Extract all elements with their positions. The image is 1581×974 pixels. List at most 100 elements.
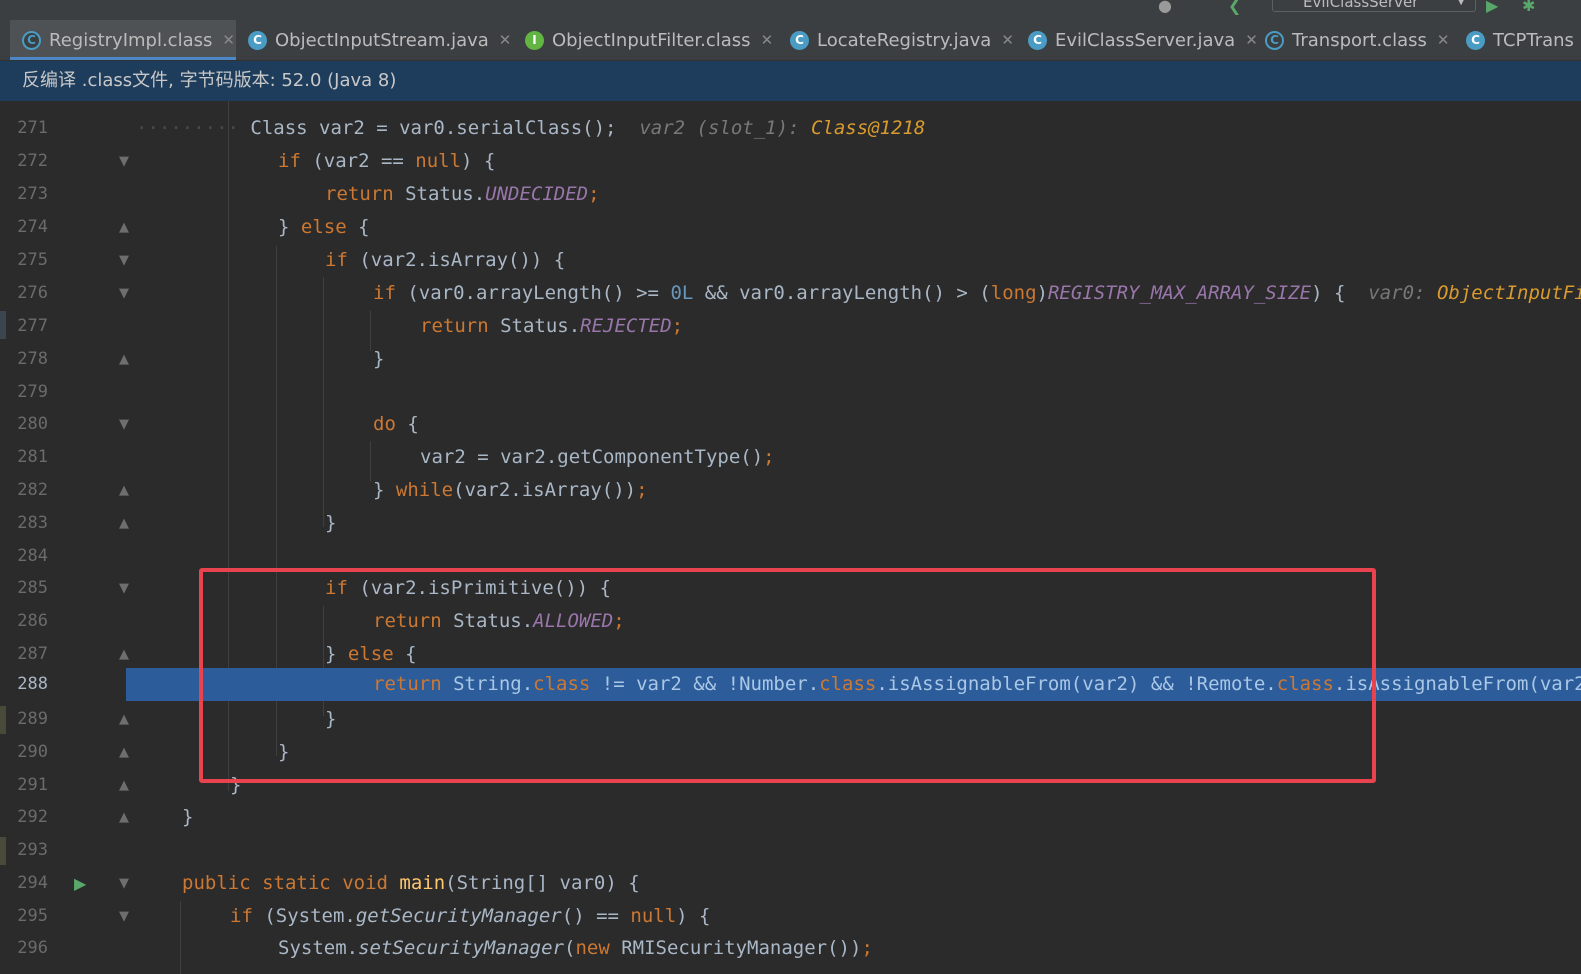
decompiled-class-icon: C — [22, 30, 41, 50]
tab-label: RegistryImpl.class — [49, 29, 213, 51]
code-text: if (var2 == null) { — [278, 150, 496, 172]
line-number: 285 — [17, 578, 48, 598]
code-text: } — [182, 806, 194, 828]
code-line: 276 ▼ if (var0.arrayLength() >= 0L && va… — [0, 277, 1581, 310]
line-number: 287 — [17, 644, 48, 664]
code-text: return Status.ALLOWED; — [373, 610, 625, 632]
code-text-area: if (System.getSecurityManager() == null)… — [126, 900, 1581, 933]
back-arrow-icon[interactable]: ❮ — [1228, 0, 1241, 15]
close-icon[interactable]: ✕ — [499, 31, 512, 49]
code-line: 291 ▲ } — [0, 769, 1581, 802]
code-text: } else { — [325, 643, 417, 665]
line-number: 294 — [17, 873, 48, 893]
line-number: 288 — [17, 674, 48, 694]
code-text-area: System.setSecurityManager(new RMISecurit… — [126, 932, 1581, 965]
line-number: 296 — [17, 938, 48, 958]
code-line: 277 return Status.REJECTED; — [0, 310, 1581, 343]
code-editor[interactable]: 271 ········· Class var2 = var0.serialCl… — [0, 101, 1581, 974]
code-text-area: } — [126, 703, 1581, 736]
class-icon: C — [1028, 30, 1047, 50]
code-line: 293 — [0, 834, 1581, 867]
code-text: if (System.getSecurityManager() == null)… — [230, 905, 711, 927]
code-text-area: ········· Class var2 = var0.serialClass(… — [126, 112, 1581, 145]
code-line: 279 — [0, 376, 1581, 409]
code-line: 284 — [0, 540, 1581, 573]
line-number: 283 — [17, 513, 48, 533]
line-number: 292 — [17, 807, 48, 827]
code-line: 283 ▲ } — [0, 507, 1581, 540]
close-icon[interactable]: ✕ — [761, 31, 774, 49]
interface-icon: I — [525, 30, 544, 50]
line-number: 281 — [17, 447, 48, 467]
code-text: } — [325, 512, 337, 534]
user-icon[interactable]: ● — [1158, 0, 1172, 15]
line-number: 272 — [17, 151, 48, 171]
code-text-area: return Status.UNDECIDED; — [126, 178, 1581, 211]
tab-locateregistry-java[interactable]: C LocateRegistry.java ✕ — [790, 20, 1014, 60]
line-number: 276 — [17, 283, 48, 303]
debug-icon[interactable]: ✱ — [1522, 0, 1535, 15]
line-number: 280 — [17, 414, 48, 434]
class-icon: C — [248, 30, 267, 50]
code-line: 271 ········· Class var2 = var0.serialCl… — [0, 112, 1581, 145]
code-text: return Status.REJECTED; — [420, 315, 684, 337]
code-text: if (var2.isPrimitive()) { — [325, 577, 611, 599]
decompiled-class-icon: C — [1265, 30, 1284, 50]
chevron-down-icon: ▼ — [1457, 0, 1465, 7]
code-text: } — [278, 741, 290, 763]
line-number: 274 — [17, 217, 48, 237]
line-number: 290 — [17, 742, 48, 762]
inlay-hint-label: var0: — [1368, 282, 1426, 304]
tab-evilclassserver-java[interactable]: C EvilClassServer.java ✕ — [1028, 20, 1258, 60]
close-icon[interactable]: ✕ — [1001, 31, 1014, 49]
code-text: if (var0.arrayLength() >= 0L && var0.arr… — [373, 277, 1581, 310]
line-number: 275 — [17, 250, 48, 270]
tab-objectinputstream-java[interactable]: C ObjectInputStream.java ✕ — [248, 20, 511, 60]
tab-objectinputfilter-class[interactable]: I ObjectInputFilter.class ✕ — [525, 20, 773, 60]
editor-tabs: C RegistryImpl.class ✕ C ObjectInputStre… — [0, 20, 1581, 61]
code-line: 292 ▲ } — [0, 801, 1581, 834]
tab-label: Transport.class — [1292, 29, 1427, 51]
code-text: do { — [373, 413, 419, 435]
code-line: 290 ▲ } — [0, 736, 1581, 769]
code-line: 280 ▼ do { — [0, 408, 1581, 441]
code-text-area: } — [126, 736, 1581, 769]
close-icon[interactable]: ✕ — [222, 31, 235, 49]
code-text-area: return Status.REJECTED; — [126, 310, 1581, 343]
close-icon[interactable]: ✕ — [1437, 31, 1450, 49]
run-main-icon[interactable]: ▶ — [74, 867, 86, 900]
code-text: return Status.UNDECIDED; — [325, 183, 600, 205]
run-configuration-select[interactable]: EvilClassServer ▼ — [1272, 0, 1476, 12]
code-text: System.setSecurityManager(new RMISecurit… — [278, 937, 873, 959]
code-line: 296 System.setSecurityManager(new RMISec… — [0, 932, 1581, 965]
tab-tcptransport[interactable]: C TCPTrans — [1466, 20, 1574, 60]
code-text-area: } while(var2.isArray()); — [126, 474, 1581, 507]
line-number: 282 — [17, 480, 48, 500]
code-text: } — [230, 774, 242, 796]
code-text-area: } — [126, 801, 1581, 834]
code-line: 287 ▲ } else { — [0, 638, 1581, 671]
code-line: 286 return Status.ALLOWED; — [0, 605, 1581, 638]
run-icon[interactable]: ▶ — [1486, 0, 1498, 15]
code-text: return String.class != var2 && !Number.c… — [373, 673, 1581, 695]
line-number: 271 — [17, 118, 48, 138]
code-line: 274 ▲ } else { — [0, 211, 1581, 244]
code-line: 272 ▼ if (var2 == null) { — [0, 145, 1581, 178]
current-execution-line: 288 return String.class != var2 && !Numb… — [0, 668, 1581, 701]
code-text-area: public static void main(String[] var0) { — [126, 867, 1581, 900]
code-line: 278 ▲ } — [0, 343, 1581, 376]
code-text: } — [325, 708, 337, 730]
decompiled-notice-banner: 反编译 .class文件, 字节码版本: 52.0 (Java 8) — [0, 61, 1581, 101]
tab-registryimpl-class[interactable]: C RegistryImpl.class ✕ — [10, 20, 236, 60]
banner-text: 反编译 .class文件, 字节码版本: 52.0 (Java 8) — [22, 70, 397, 91]
code-line: 285 ▼ if (var2.isPrimitive()) { — [0, 572, 1581, 605]
class-icon: C — [1466, 30, 1485, 50]
close-icon[interactable]: ✕ — [1245, 31, 1258, 49]
code-text-area: if (var0.arrayLength() >= 0L && var0.arr… — [126, 277, 1581, 310]
tab-transport-class[interactable]: C Transport.class ✕ — [1265, 20, 1449, 60]
inlay-hint-value: ObjectInputFilter$FilterInfo — [1436, 282, 1581, 304]
tab-label: EvilClassServer.java — [1055, 29, 1236, 51]
tab-label: TCPTrans — [1493, 29, 1574, 51]
tab-label: ObjectInputFilter.class — [552, 29, 751, 51]
line-number: 289 — [17, 709, 48, 729]
